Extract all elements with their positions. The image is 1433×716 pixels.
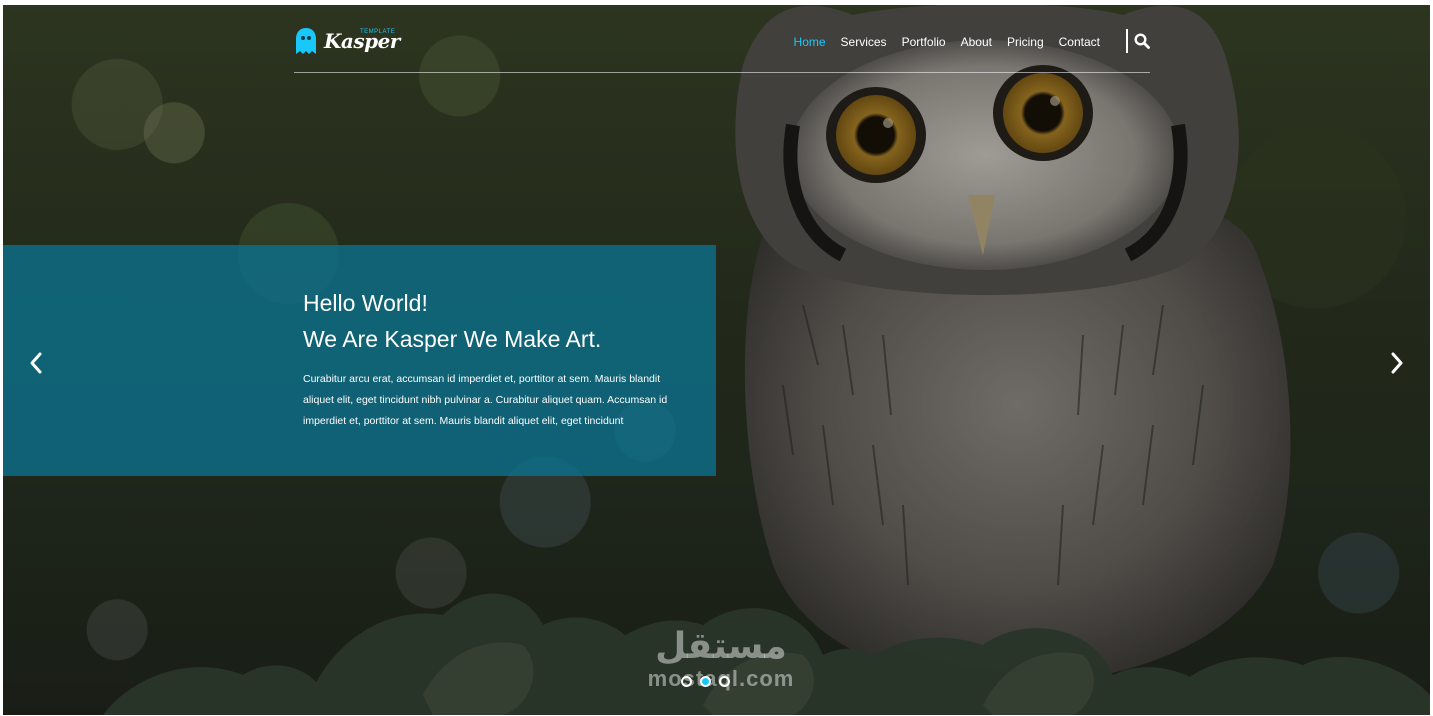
chevron-right-icon[interactable] bbox=[1388, 351, 1406, 375]
hero-body: Curabitur arcu erat, accumsan id imperdi… bbox=[303, 373, 668, 427]
chevron-left-icon[interactable] bbox=[27, 351, 45, 375]
logo[interactable]: Kasper TEMPLATE bbox=[294, 27, 400, 55]
nav-home[interactable]: Home bbox=[794, 35, 826, 49]
slider-bullet-3[interactable] bbox=[719, 676, 730, 687]
nav-about[interactable]: About bbox=[961, 35, 992, 49]
search-icon[interactable] bbox=[1134, 33, 1150, 49]
hero-slider: Kasper TEMPLATE Home Services Portfolio … bbox=[3, 5, 1430, 715]
hero-title-line1: Hello World! bbox=[303, 290, 428, 316]
logo-tagline: TEMPLATE bbox=[360, 29, 396, 35]
slider-bullet-2[interactable] bbox=[700, 676, 711, 687]
watermark-arabic: مستقل bbox=[655, 626, 787, 667]
slider-bullet-1[interactable] bbox=[681, 676, 692, 687]
nav-portfolio[interactable]: Portfolio bbox=[902, 35, 946, 49]
ghost-icon bbox=[296, 28, 316, 54]
slider-bullets bbox=[681, 676, 730, 687]
nav-services[interactable]: Services bbox=[841, 35, 887, 49]
main-nav: Home Services Portfolio About Pricing Co… bbox=[794, 35, 1100, 49]
hero-caption: Hello World! We Are Kasper We Make Art. … bbox=[3, 245, 716, 476]
hero-title-line2: We Are Kasper We Make Art. bbox=[303, 326, 602, 352]
site-header: Kasper TEMPLATE Home Services Portfolio … bbox=[294, 23, 1150, 73]
nav-pricing[interactable]: Pricing bbox=[1007, 35, 1044, 49]
nav-divider bbox=[1126, 29, 1128, 53]
nav-contact[interactable]: Contact bbox=[1059, 35, 1100, 49]
